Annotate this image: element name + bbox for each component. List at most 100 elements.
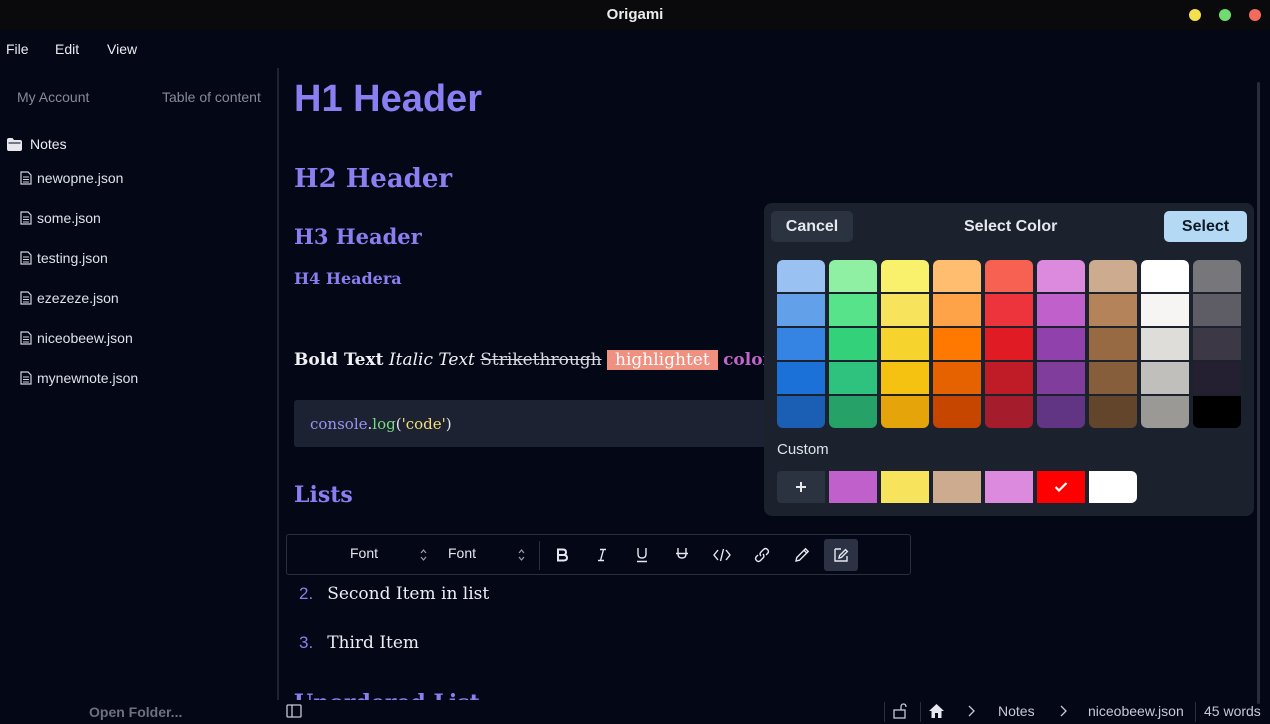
color-swatch[interactable] (777, 395, 825, 428)
color-swatch[interactable] (1193, 327, 1241, 361)
close-button[interactable] (1249, 9, 1261, 21)
code-object: console (310, 415, 368, 433)
color-swatch[interactable] (829, 327, 877, 361)
color-swatch[interactable] (1141, 395, 1189, 428)
folder-notes[interactable]: Notes (7, 136, 67, 152)
color-swatch[interactable] (1089, 395, 1137, 428)
link-button[interactable] (745, 539, 779, 571)
font-size-select[interactable]: Font (448, 545, 476, 561)
custom-color-swatch[interactable] (881, 471, 929, 503)
chevron-right-icon (1059, 705, 1067, 717)
color-swatch[interactable] (1193, 361, 1241, 395)
color-swatch[interactable] (933, 260, 981, 293)
italic-button[interactable] (585, 539, 619, 571)
color-swatch[interactable] (829, 260, 877, 293)
color-swatch[interactable] (933, 293, 981, 327)
unlock-icon[interactable] (893, 703, 908, 719)
custom-color-swatch[interactable] (1089, 471, 1137, 503)
code-function: log (372, 415, 396, 433)
code-button[interactable] (705, 539, 739, 571)
code-line: console.log('code') (310, 415, 452, 433)
folder-icon (7, 137, 22, 151)
file-item[interactable]: ezezeze.json (20, 290, 119, 306)
menu-edit[interactable]: Edit (55, 41, 79, 57)
color-swatch[interactable] (881, 327, 929, 361)
pencil-button[interactable] (785, 539, 819, 571)
editor-scrollbar[interactable] (1257, 82, 1260, 704)
color-swatch[interactable] (985, 293, 1033, 327)
color-swatch[interactable] (881, 395, 929, 428)
underline-button[interactable] (625, 539, 659, 571)
list-item: 2. Second Item in list (299, 584, 489, 604)
add-custom-color-button[interactable] (777, 471, 825, 503)
color-swatch[interactable] (777, 260, 825, 293)
sidebar-toggle-icon[interactable] (286, 704, 302, 718)
color-swatch[interactable] (829, 361, 877, 395)
color-swatch[interactable] (829, 395, 877, 428)
color-swatch[interactable] (1089, 361, 1137, 395)
color-swatch[interactable] (1037, 327, 1085, 361)
status-bar: Notes niceobeew.json 45 words (279, 700, 1270, 724)
color-swatch[interactable] (1089, 260, 1137, 293)
highlighted-text: highlightet (607, 350, 718, 370)
custom-color-swatch[interactable] (933, 471, 981, 503)
color-swatch[interactable] (1037, 395, 1085, 428)
toolbar-divider (539, 541, 540, 570)
color-swatch[interactable] (881, 260, 929, 293)
font-family-select[interactable]: Font (350, 545, 378, 561)
color-swatch[interactable] (1037, 293, 1085, 327)
color-swatch[interactable] (777, 293, 825, 327)
color-swatch[interactable] (985, 327, 1033, 361)
color-swatch[interactable] (1193, 293, 1241, 327)
color-swatch[interactable] (1141, 327, 1189, 361)
custom-color-swatch[interactable] (829, 471, 877, 503)
strikethrough-button[interactable] (665, 539, 699, 571)
color-swatch[interactable] (829, 293, 877, 327)
file-item[interactable]: testing.json (20, 250, 108, 266)
color-swatch[interactable] (777, 327, 825, 361)
custom-color-swatch[interactable] (1037, 471, 1085, 503)
tab-my-account[interactable]: My Account (17, 89, 89, 105)
breadcrumb-file[interactable]: niceobeew.json (1088, 703, 1184, 719)
color-swatch[interactable] (1141, 260, 1189, 293)
sidebar: My Account Table of content Notes newopn… (0, 68, 277, 724)
plus-icon (796, 482, 806, 492)
color-swatch[interactable] (1193, 260, 1241, 293)
breadcrumb-notes[interactable]: Notes (998, 703, 1035, 719)
minimize-button[interactable] (1189, 9, 1201, 21)
file-item[interactable]: newopne.json (20, 170, 123, 186)
menu-file[interactable]: File (6, 41, 29, 57)
file-item[interactable]: some.json (20, 210, 101, 226)
color-swatch[interactable] (1141, 361, 1189, 395)
color-swatch[interactable] (777, 361, 825, 395)
color-swatch[interactable] (881, 293, 929, 327)
color-swatch[interactable] (1037, 361, 1085, 395)
color-swatch[interactable] (933, 395, 981, 428)
menu-view[interactable]: View (107, 41, 137, 57)
maximize-button[interactable] (1219, 9, 1231, 21)
tab-table-of-content[interactable]: Table of content (162, 89, 261, 105)
color-swatch[interactable] (933, 327, 981, 361)
color-swatch[interactable] (933, 361, 981, 395)
file-item[interactable]: niceobeew.json (20, 330, 133, 346)
select-button[interactable]: Select (1164, 211, 1247, 242)
open-folder-button[interactable]: Open Folder... (89, 704, 182, 720)
color-swatch[interactable] (985, 361, 1033, 395)
bold-button[interactable] (545, 539, 579, 571)
color-swatch[interactable] (1141, 293, 1189, 327)
code-icon (713, 548, 731, 562)
color-swatch[interactable] (985, 395, 1033, 428)
custom-color-swatch[interactable] (985, 471, 1033, 503)
color-swatch[interactable] (881, 361, 929, 395)
color-swatch[interactable] (1193, 395, 1241, 428)
file-item[interactable]: mynewnote.json (20, 370, 138, 386)
highlight-button[interactable] (824, 539, 858, 571)
file-icon (20, 251, 32, 265)
home-icon[interactable] (928, 703, 945, 719)
file-icon (20, 331, 32, 345)
cancel-button[interactable]: Cancel (771, 211, 853, 242)
color-swatch[interactable] (985, 260, 1033, 293)
color-swatch[interactable] (1089, 293, 1137, 327)
color-swatch[interactable] (1037, 260, 1085, 293)
color-swatch[interactable] (1089, 327, 1137, 361)
